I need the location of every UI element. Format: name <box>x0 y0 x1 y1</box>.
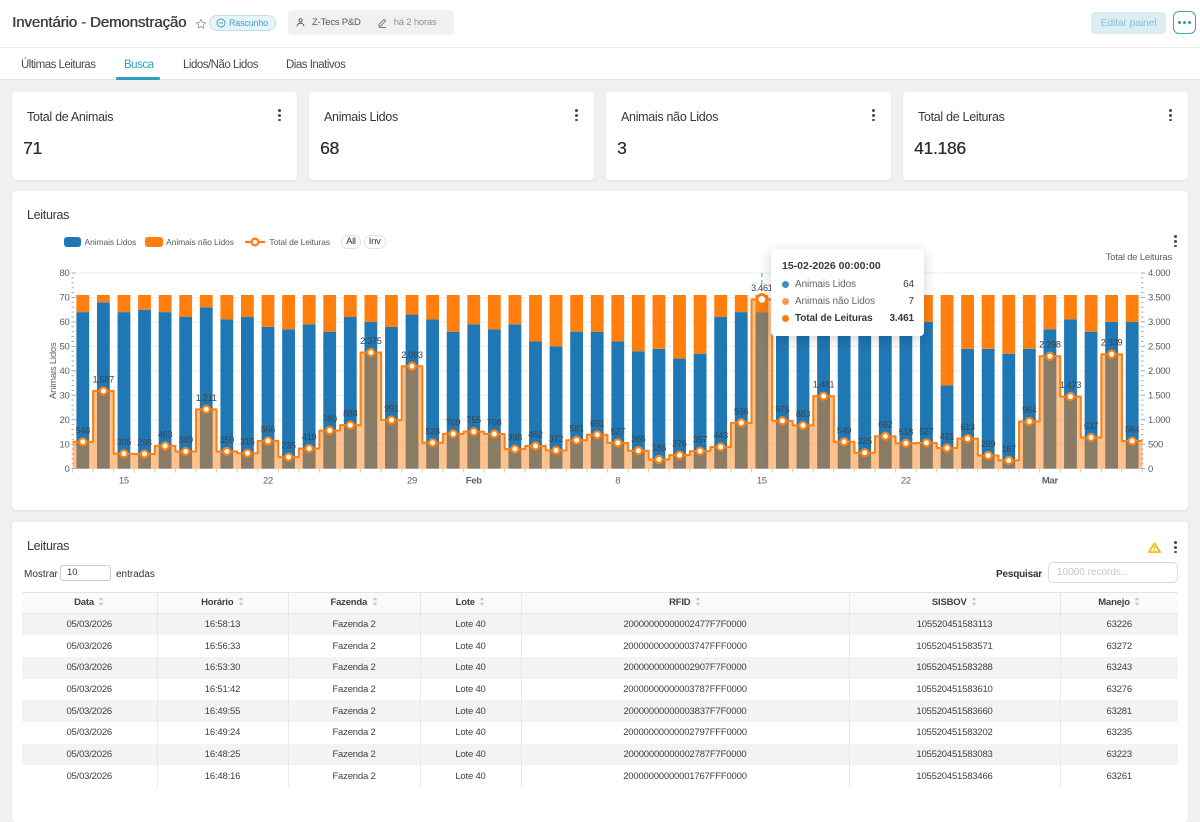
svg-text:80: 80 <box>60 268 70 279</box>
svg-text:40: 40 <box>60 366 70 377</box>
svg-text:2.339: 2.339 <box>1101 338 1123 348</box>
svg-text:1.500: 1.500 <box>1148 390 1170 401</box>
svg-text:70: 70 <box>60 293 70 304</box>
svg-text:350: 350 <box>220 435 235 445</box>
svg-text:500: 500 <box>1148 439 1163 450</box>
svg-text:708: 708 <box>487 417 502 427</box>
svg-text:581: 581 <box>569 424 584 434</box>
svg-text:398: 398 <box>508 433 523 443</box>
svg-text:1.211: 1.211 <box>196 393 217 403</box>
svg-text:518: 518 <box>899 427 914 437</box>
svg-text:2.093: 2.093 <box>401 350 423 360</box>
svg-text:29: 29 <box>407 476 417 487</box>
svg-text:566: 566 <box>261 424 276 434</box>
svg-text:4.000: 4.000 <box>1148 268 1170 279</box>
svg-text:2.298: 2.298 <box>1039 340 1061 350</box>
svg-text:443: 443 <box>713 430 728 440</box>
svg-text:1.000: 1.000 <box>1148 415 1170 426</box>
svg-text:3.500: 3.500 <box>1148 293 1170 304</box>
svg-text:709: 709 <box>446 417 461 427</box>
svg-text:186: 186 <box>652 443 667 453</box>
svg-text:3.000: 3.000 <box>1148 317 1170 328</box>
svg-text:276: 276 <box>672 439 687 449</box>
svg-text:305: 305 <box>117 437 132 447</box>
svg-text:936: 936 <box>734 406 749 416</box>
svg-text:20: 20 <box>60 415 70 426</box>
svg-text:60: 60 <box>60 317 70 328</box>
svg-text:10: 10 <box>60 439 70 450</box>
svg-text:462: 462 <box>528 430 543 440</box>
svg-text:1.481: 1.481 <box>813 380 835 390</box>
svg-text:888: 888 <box>343 409 358 419</box>
svg-text:0: 0 <box>1148 464 1153 475</box>
svg-text:1.587: 1.587 <box>93 375 115 385</box>
svg-text:315: 315 <box>240 437 255 447</box>
svg-text:298: 298 <box>137 438 152 448</box>
svg-text:167: 167 <box>1002 444 1017 454</box>
svg-text:50: 50 <box>60 342 70 353</box>
svg-text:357: 357 <box>693 435 708 445</box>
svg-text:349: 349 <box>178 435 193 445</box>
svg-text:991: 991 <box>384 404 399 414</box>
svg-text:8: 8 <box>615 476 620 487</box>
svg-text:3.461: 3.461 <box>751 283 773 293</box>
svg-text:30: 30 <box>60 390 70 401</box>
svg-text:662: 662 <box>878 420 893 430</box>
svg-text:410: 410 <box>302 432 317 442</box>
svg-text:691: 691 <box>590 418 605 428</box>
svg-text:527: 527 <box>919 426 934 436</box>
svg-text:22: 22 <box>263 476 273 487</box>
svg-text:549: 549 <box>837 425 852 435</box>
svg-text:15: 15 <box>757 476 767 487</box>
svg-text:366: 366 <box>631 434 646 444</box>
svg-text:269: 269 <box>981 439 996 449</box>
svg-text:421: 421 <box>940 432 955 442</box>
svg-text:1.473: 1.473 <box>1060 380 1082 390</box>
svg-text:527: 527 <box>611 426 626 436</box>
svg-text:Mar: Mar <box>1042 476 1059 487</box>
svg-text:883: 883 <box>796 409 811 419</box>
svg-text:235: 235 <box>281 441 296 451</box>
svg-text:372: 372 <box>549 434 564 444</box>
svg-text:755: 755 <box>467 415 482 425</box>
svg-text:15: 15 <box>119 476 129 487</box>
svg-text:Feb: Feb <box>466 476 482 487</box>
svg-text:2.500: 2.500 <box>1148 342 1170 353</box>
svg-text:2.000: 2.000 <box>1148 366 1170 377</box>
svg-text:976: 976 <box>775 404 790 414</box>
svg-text:637: 637 <box>1084 421 1099 431</box>
svg-text:325: 325 <box>857 436 872 446</box>
svg-text:780: 780 <box>322 414 337 424</box>
svg-text:22: 22 <box>901 476 911 487</box>
svg-text:613: 613 <box>960 422 975 432</box>
svg-text:564: 564 <box>1125 425 1140 435</box>
svg-text:2.375: 2.375 <box>360 336 382 346</box>
svg-text:0: 0 <box>65 464 70 475</box>
svg-text:548: 548 <box>76 425 91 435</box>
svg-text:528: 528 <box>425 426 440 436</box>
svg-text:463: 463 <box>158 429 173 439</box>
svg-text:964: 964 <box>1022 405 1037 415</box>
